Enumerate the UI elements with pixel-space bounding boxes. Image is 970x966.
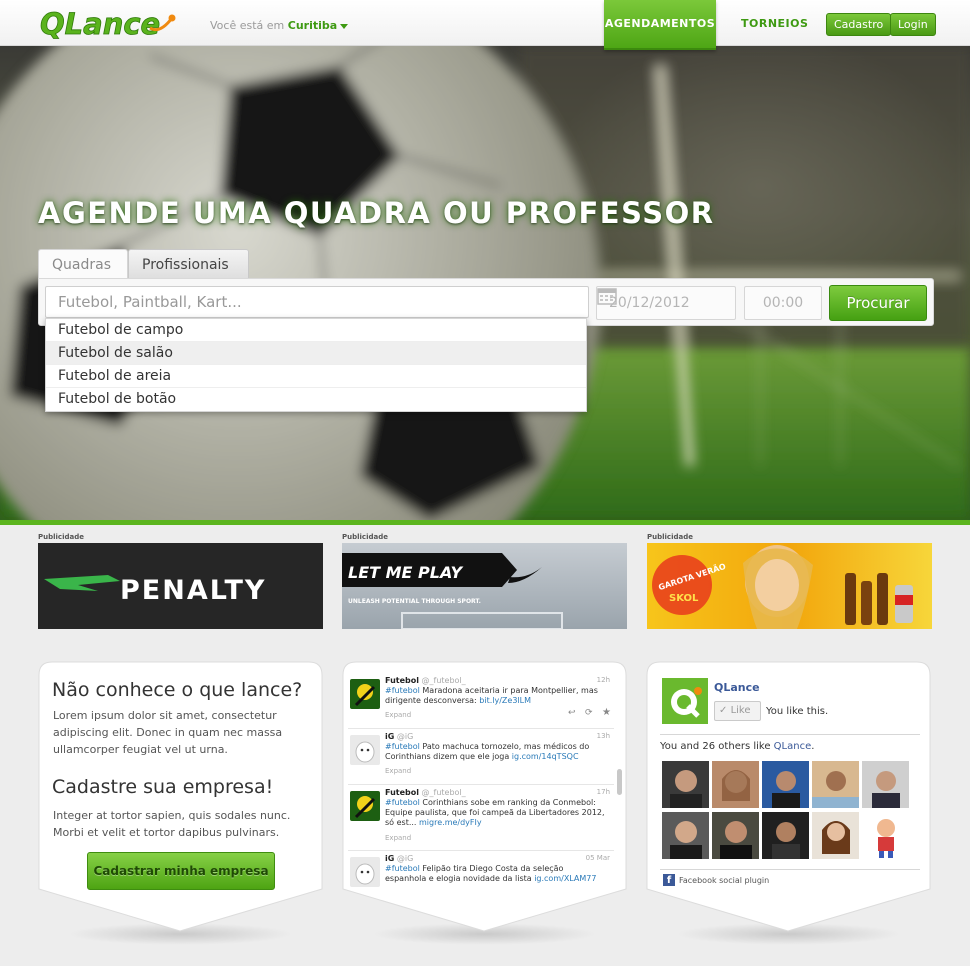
fan-avatar[interactable]	[862, 761, 909, 808]
login-button[interactable]: Login	[890, 13, 936, 36]
penalty-brand-text: PENALTY	[120, 575, 266, 606]
date-field[interactable]: 20/12/2012	[596, 286, 736, 320]
signup-button[interactable]: Cadastro	[826, 13, 892, 36]
fb-like-label: Like	[730, 705, 751, 716]
divider	[660, 734, 920, 735]
calendar-icon[interactable]	[597, 287, 617, 305]
svg-text:QLance: QLance	[40, 7, 160, 41]
twitter-card: Futebol @_futebol_ #futebol Maradona ace…	[342, 661, 627, 945]
search-input[interactable]: Futebol, Paintball, Kart...	[45, 286, 589, 318]
qlance-page-logo[interactable]	[662, 678, 708, 724]
fan-avatar[interactable]	[712, 761, 759, 808]
fan-avatar[interactable]	[662, 812, 709, 859]
fan-avatar[interactable]	[862, 812, 909, 859]
search-button[interactable]: Procurar	[829, 285, 927, 321]
hero-banner: AGENDE UMA QUADRA OU PROFESSOR Quadras P…	[0, 46, 970, 520]
about-text: Lorem ipsum dolor sit amet, consectetur …	[53, 709, 283, 756]
tweet-item[interactable]: iG @iG #futebol Felipão tira Diego Costa…	[348, 851, 614, 889]
tweet-text: iG @iG #futebol Felipão tira Diego Costa…	[385, 854, 597, 883]
tweet-time: 05 Mar	[585, 854, 610, 862]
tweet-item[interactable]: iG @iG #futebol Pato machuca tornozelo, …	[348, 729, 614, 785]
tweet-expand[interactable]: Expand	[385, 711, 411, 719]
ad-label: Publicidade	[342, 533, 388, 541]
chevron-down-icon	[340, 23, 349, 29]
fb-page-name[interactable]: QLance	[714, 681, 760, 694]
fan-avatar[interactable]	[712, 812, 759, 859]
nike-headline: LET ME PLAY	[348, 563, 464, 582]
fan-avatar[interactable]	[812, 761, 859, 808]
register-company-button[interactable]: Cadastrar minha empresa	[87, 852, 275, 890]
tweet-expand[interactable]: Expand	[385, 767, 411, 775]
about-heading: Não conhece o que lance?	[52, 679, 303, 701]
skol-brand-text: SKOL	[669, 593, 699, 604]
suggestion-item[interactable]: Futebol de botão	[46, 388, 586, 411]
nav-torneios[interactable]: TORNEIOS	[741, 17, 808, 30]
qlance-logo[interactable]: QLance	[38, 4, 178, 42]
ad-skol[interactable]: GAROTA VERÃO SKOL	[647, 543, 932, 629]
nav-agendamentos[interactable]: AGENDAMENTOS	[604, 0, 716, 50]
tweet-time: 12h	[596, 676, 610, 684]
fan-avatar[interactable]	[762, 812, 809, 859]
location-prefix: Você está em	[210, 19, 285, 32]
ad-nike[interactable]: LET ME PLAY UNLEASH POTENTIAL THROUGH SP…	[342, 543, 627, 629]
tweets-scrollbar[interactable]	[617, 769, 622, 795]
register-heading: Cadastre sua empresa!	[52, 776, 274, 798]
fb-like-button[interactable]: ✓ Like	[714, 701, 761, 721]
city-selector[interactable]: Você está em Curitiba	[210, 19, 349, 32]
suggestion-item[interactable]: Futebol de campo	[46, 319, 586, 342]
tab-profissionais[interactable]: Profissionais	[128, 249, 249, 279]
fb-like-count: You and 26 others like QLance.	[660, 741, 815, 752]
tweet-time: 17h	[596, 788, 610, 796]
penalty-logo: PENALTY	[44, 575, 266, 606]
suggestion-item[interactable]: Futebol de salão	[46, 342, 586, 365]
ad-label: Publicidade	[647, 533, 693, 541]
tweet-time: 13h	[596, 732, 610, 740]
hero-divider	[0, 520, 970, 525]
favorite-icon[interactable]: ★	[602, 707, 611, 718]
site-header: QLance Você está em Curitiba AGENDAMENTO…	[0, 0, 970, 50]
tweet-text: iG @iG #futebol Pato machuca tornozelo, …	[385, 732, 590, 761]
tweet-item[interactable]: Futebol @_futebol_ #futebol Corinthians …	[348, 785, 614, 851]
reply-icon[interactable]: ↩	[568, 708, 576, 718]
nike-subline: UNLEASH POTENTIAL THROUGH SPORT.	[348, 598, 481, 605]
tweet-text: Futebol @_futebol_ #futebol Corinthians …	[385, 788, 605, 827]
fb-you-like: You like this.	[766, 706, 829, 717]
tweet-expand[interactable]: Expand	[385, 834, 411, 842]
fb-page-link[interactable]: QLance	[774, 741, 812, 752]
tweet-text: Futebol @_futebol_ #futebol Maradona ace…	[385, 676, 598, 705]
hero-title: AGENDE UMA QUADRA OU PROFESSOR	[38, 196, 715, 230]
ig-avatar	[350, 735, 380, 765]
ad-penalty[interactable]: PENALTY	[38, 543, 323, 629]
suggestion-item[interactable]: Futebol de areia	[46, 365, 586, 388]
search-suggestions: Futebol de campo Futebol de salão Futebo…	[45, 318, 587, 412]
date-value: 20/12/2012	[609, 295, 690, 311]
nike-ad-art: LET ME PLAY UNLEASH POTENTIAL THROUGH SP…	[342, 553, 563, 629]
register-text: Integer at tortor sapien, quis sodales n…	[53, 809, 291, 839]
fan-avatar[interactable]	[762, 761, 809, 808]
fb-plugin-label[interactable]: Facebook social plugin	[679, 876, 769, 885]
tab-quadras[interactable]: Quadras	[38, 249, 128, 279]
time-field[interactable]: 00:00	[744, 286, 822, 320]
facebook-card: QLance ✓ Like You like this. You and 26 …	[646, 661, 931, 945]
futebol-avatar	[350, 679, 380, 709]
divider	[660, 869, 920, 870]
about-card: Não conhece o que lance? Lorem ipsum dol…	[38, 661, 323, 945]
fan-avatar[interactable]	[812, 812, 859, 859]
ig-avatar	[350, 857, 380, 887]
ad-label: Publicidade	[38, 533, 84, 541]
futebol-avatar	[350, 791, 380, 821]
skol-ad-art: GAROTA VERÃO SKOL	[652, 545, 913, 629]
tweet-item[interactable]: Futebol @_futebol_ #futebol Maradona ace…	[348, 673, 614, 729]
location-city: Curitiba	[287, 19, 338, 32]
facebook-icon: f	[663, 874, 675, 886]
fan-avatar[interactable]	[662, 761, 709, 808]
retweet-icon[interactable]: ⟳	[585, 708, 593, 718]
